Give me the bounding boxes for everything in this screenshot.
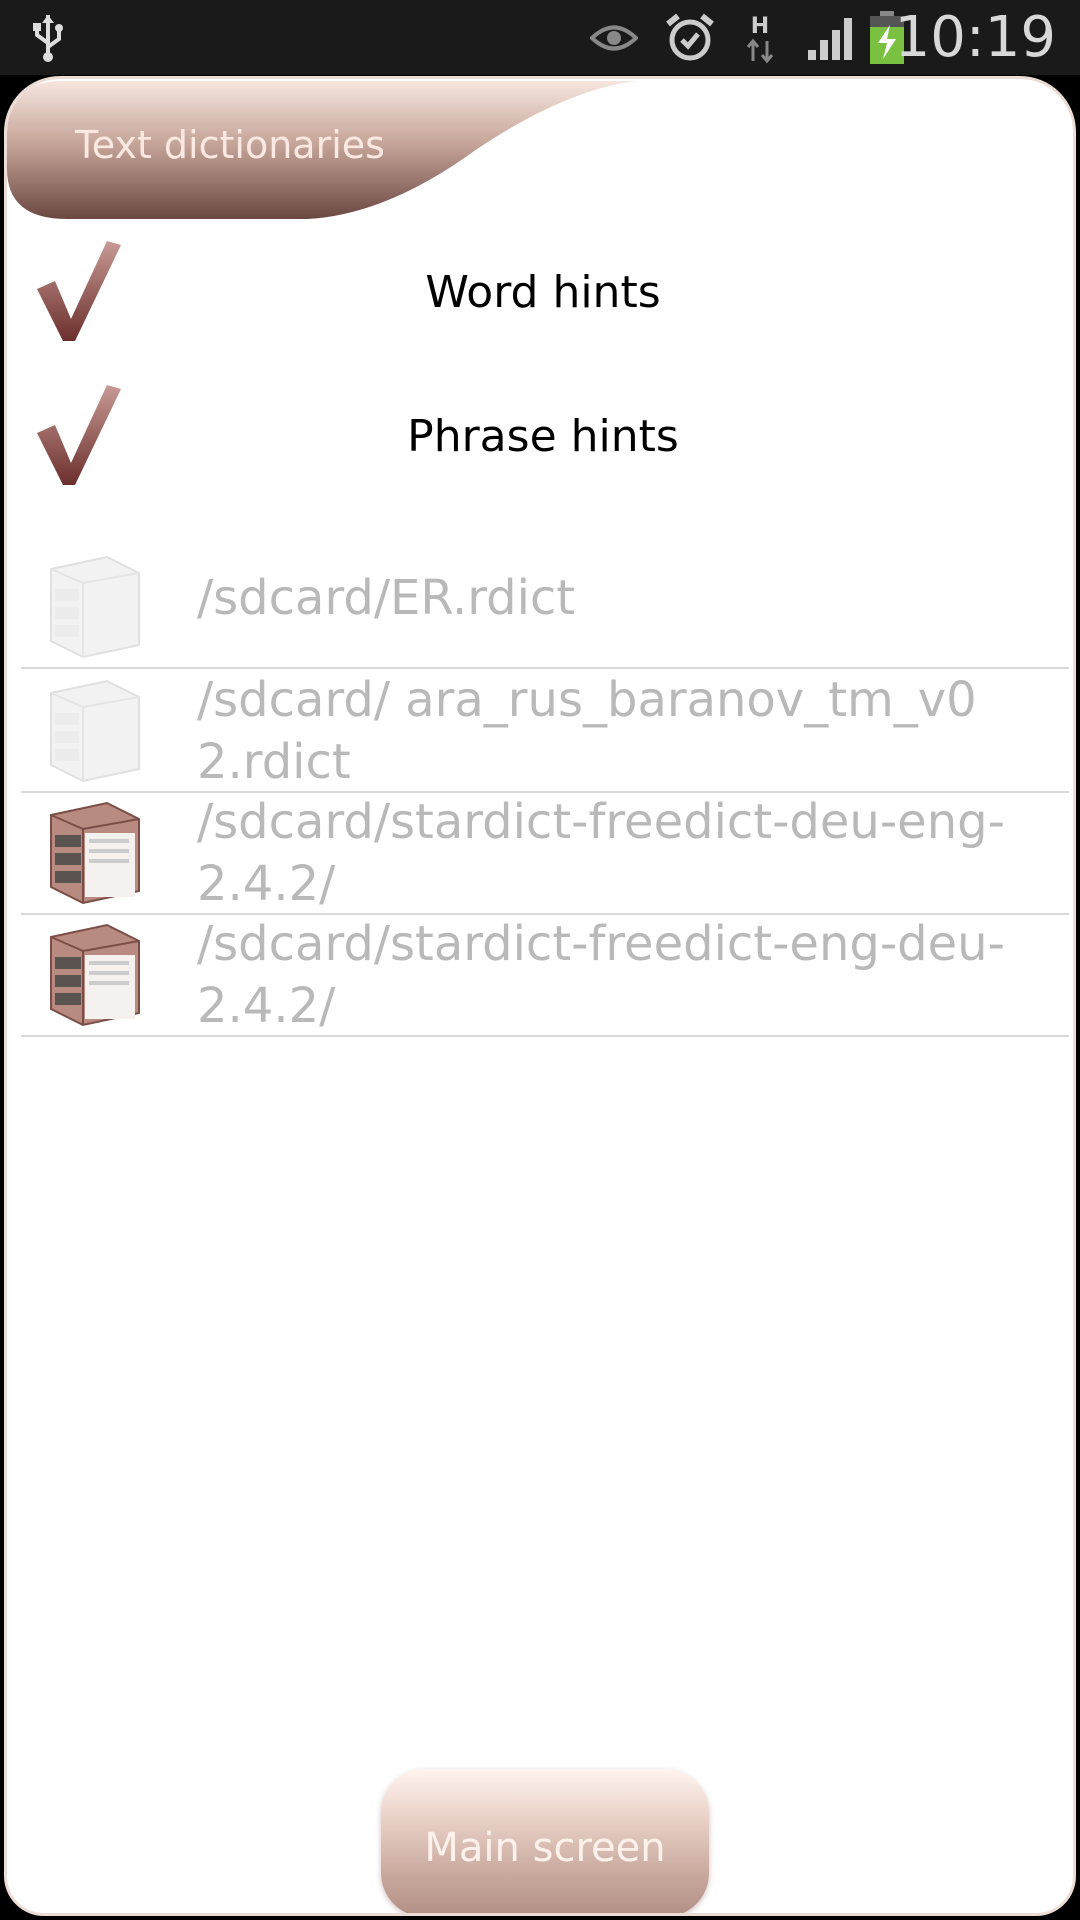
dictionary-cabinet-icon [43, 555, 147, 659]
eye-icon [588, 0, 640, 75]
h-data-label: H [751, 14, 769, 39]
dictionary-row[interactable]: /sdcard/ ara_rus_baranov_tm_v02.rdict [21, 669, 1069, 793]
dictionary-cabinet-icon [43, 801, 147, 905]
main-screen-button-label: Main screen [424, 1825, 666, 1871]
alarm-icon [662, 0, 718, 75]
dictionary-path: /sdcard/stardict-freedict-eng-deu-2.4.2/ [197, 916, 1005, 1034]
word-hints-row[interactable]: Word hints [7, 237, 1073, 367]
status-bar: H 10:19 [0, 0, 1080, 75]
title-tab: Text dictionaries [7, 79, 647, 221]
h-data-icon: H [740, 0, 780, 75]
page-title: Text dictionaries [75, 123, 385, 167]
dictionary-path: /sdcard/stardict-freedict-deu-eng-2.4.2/ [197, 794, 1005, 912]
word-hints-label: Word hints [425, 267, 661, 318]
main-screen-button[interactable]: Main screen [381, 1769, 709, 1913]
dictionary-panel: Text dictionaries Word hints Phrase hint… [4, 76, 1076, 1916]
dictionary-row[interactable]: /sdcard/stardict-freedict-deu-eng-2.4.2/ [21, 791, 1069, 915]
status-time: 10:19 [894, 5, 1056, 70]
dictionary-cabinet-icon [43, 679, 147, 783]
phrase-hints-label: Phrase hints [407, 411, 679, 462]
signal-icon [804, 0, 858, 75]
phrase-hints-row[interactable]: Phrase hints [7, 381, 1073, 511]
dictionary-row[interactable]: /sdcard/ER.rdict [21, 545, 1069, 669]
usb-icon [28, 0, 68, 75]
dictionary-path: /sdcard/ ara_rus_baranov_tm_v02.rdict [197, 672, 977, 790]
dictionary-row[interactable]: /sdcard/stardict-freedict-eng-deu-2.4.2/ [21, 913, 1069, 1037]
dictionary-path: /sdcard/ER.rdict [197, 570, 576, 626]
dictionary-cabinet-icon [43, 923, 147, 1027]
